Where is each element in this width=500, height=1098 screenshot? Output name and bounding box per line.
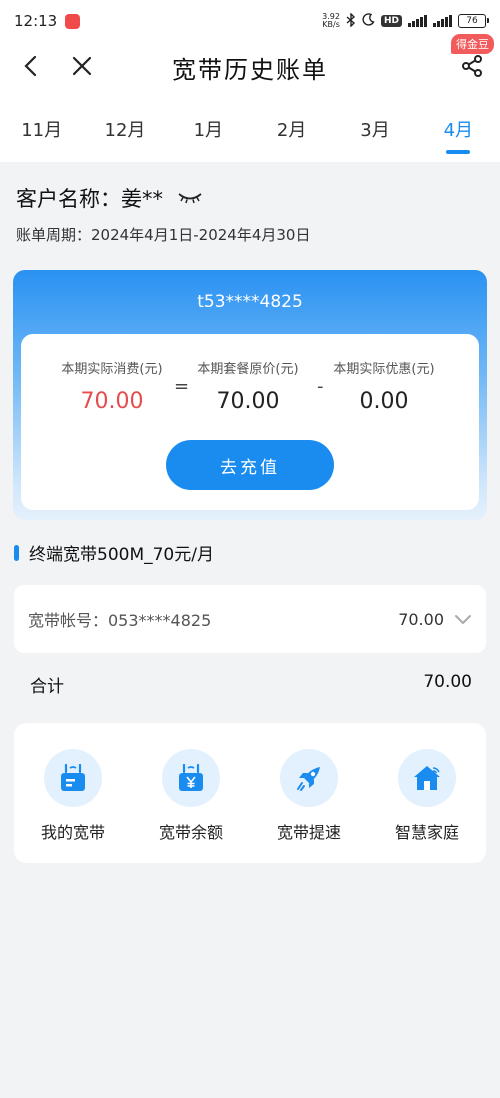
router-icon — [44, 749, 102, 807]
bill-breakdown: 本期实际消费(元) 70.00 本期套餐原价(元) 70.00 本期实际优惠(元… — [21, 334, 479, 510]
chevron-down-icon[interactable] — [454, 614, 472, 625]
section-marker — [14, 544, 19, 561]
actual-discount-value: 0.00 — [359, 389, 409, 414]
actual-discount: 本期实际优惠(元) 0.00 — [319, 358, 449, 414]
package-price-value: 70.00 — [216, 389, 280, 414]
service-label: 宽带提速 — [276, 823, 341, 842]
rocket-icon — [280, 749, 338, 807]
service-label: 宽带余额 — [158, 823, 223, 842]
service-my-broadband[interactable]: 我的宽带 — [14, 749, 132, 863]
customer-name: 姜** — [121, 187, 163, 211]
service-speed-up[interactable]: 宽带提速 — [250, 749, 368, 863]
battery-icon: 76 — [458, 14, 489, 28]
customer-name-row: 客户名称： 姜** — [16, 183, 203, 213]
header: 宽带历史账单 得金豆 — [0, 34, 500, 94]
signal-icon — [408, 15, 427, 27]
bill-columns: 本期实际消费(元) 70.00 本期套餐原价(元) 70.00 本期实际优惠(元… — [21, 358, 479, 414]
service-label: 我的宽带 — [40, 823, 105, 842]
tab-month-2[interactable]: 12月 — [83, 94, 166, 162]
share-icon[interactable] — [458, 52, 486, 80]
do-not-disturb-icon — [362, 13, 375, 29]
total-row: 合计 70.00 — [30, 672, 472, 697]
total-label: 合计 — [30, 677, 64, 697]
tab-month-5[interactable]: 3月 — [333, 94, 416, 162]
billing-period: 账单周期：2024年4月1日-2024年4月30日 — [16, 226, 311, 244]
network-speed: 3.92 KB/s — [322, 13, 340, 29]
app-notification-icon — [65, 13, 81, 29]
smart-home-icon — [398, 749, 456, 807]
actual-spend-value: 70.00 — [80, 389, 144, 414]
page-title: 宽带历史账单 — [172, 56, 328, 84]
customer-label: 客户名称： — [16, 187, 121, 211]
service-smart-home[interactable]: 智慧家庭 — [368, 749, 486, 863]
eye-closed-icon[interactable] — [177, 191, 203, 205]
hd-voice-icon: HD — [380, 15, 402, 27]
tab-month-1[interactable]: 11月 — [0, 94, 83, 162]
bill-account-number: t53****4825 — [197, 292, 303, 312]
status-indicators: 3.92 KB/s HD 76 — [322, 11, 489, 30]
actual-spend-label: 本期实际消费(元) — [61, 362, 163, 377]
broadband-account-row[interactable]: 宽带帐号：053****4825 70.00 — [14, 585, 486, 653]
package-price: 本期套餐原价(元) 70.00 — [183, 358, 313, 414]
bluetooth-icon — [346, 11, 356, 30]
broadband-account-label: 宽带帐号：053****4825 — [28, 611, 212, 630]
service-shortcuts: 我的宽带 宽带余额 宽带提速 智慧家庭 — [14, 723, 486, 863]
actual-spend: 本期实际消费(元) 70.00 — [47, 358, 177, 414]
actual-discount-label: 本期实际优惠(元) — [333, 362, 435, 377]
total-value: 70.00 — [423, 672, 472, 692]
network-speed-unit: KB/s — [322, 20, 340, 29]
package-title-row: 终端宽带500M_70元/月 — [14, 540, 214, 565]
router-yen-icon — [162, 749, 220, 807]
service-broadband-balance[interactable]: 宽带余额 — [132, 749, 250, 863]
package-title: 终端宽带500M_70元/月 — [29, 545, 214, 565]
equals-sign: = — [174, 376, 190, 397]
tab-month-6[interactable]: 4月 — [417, 94, 500, 162]
tab-month-3[interactable]: 1月 — [167, 94, 250, 162]
signal-icon-2 — [433, 15, 452, 27]
month-tabs: 11月 12月 1月 2月 3月 4月 — [0, 94, 500, 162]
broadband-account-amount: 70.00 — [398, 609, 444, 629]
bill-summary-card: t53****4825 本期实际消费(元) 70.00 本期套餐原价(元) 70… — [13, 270, 487, 520]
package-price-label: 本期套餐原价(元) — [197, 362, 299, 377]
status-bar: 12:13 3.92 KB/s HD 76 — [0, 0, 500, 42]
gold-bean-badge[interactable]: 得金豆 — [451, 34, 494, 54]
recharge-button[interactable]: 去充值 — [166, 440, 334, 490]
minus-sign: - — [317, 376, 324, 397]
service-label: 智慧家庭 — [394, 823, 459, 842]
tab-month-4[interactable]: 2月 — [250, 94, 333, 162]
battery-level: 76 — [466, 16, 478, 26]
status-time: 12:13 — [14, 12, 58, 30]
